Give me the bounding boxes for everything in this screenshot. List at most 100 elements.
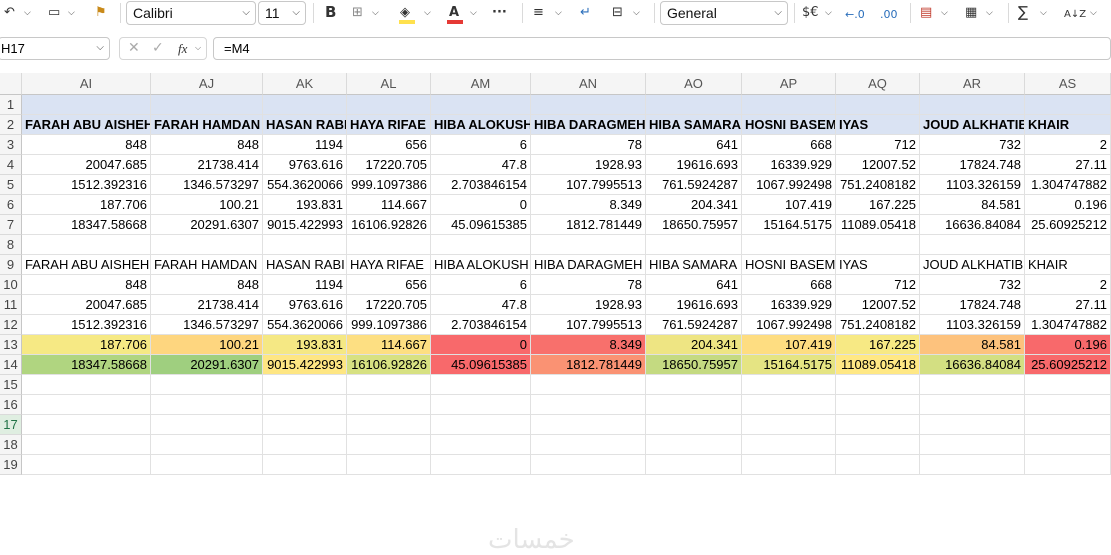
cell[interactable]	[1025, 415, 1111, 435]
cell[interactable]: 12007.52	[836, 295, 920, 315]
cell[interactable]: 107.7995513	[531, 175, 646, 195]
cell[interactable]: 1103.326159	[920, 315, 1025, 335]
cell[interactable]: 1067.992498	[742, 315, 836, 335]
cell[interactable]: 25.60925212	[1025, 215, 1111, 235]
bold-button[interactable]: B	[325, 4, 336, 20]
cell[interactable]	[531, 395, 646, 415]
cell[interactable]: 2	[1025, 135, 1111, 155]
color-scale-cell[interactable]: 18347.58668	[22, 355, 151, 375]
row-header[interactable]: 7	[0, 215, 22, 235]
row-header[interactable]: 15	[0, 375, 22, 395]
cell[interactable]	[22, 375, 151, 395]
cell[interactable]	[151, 395, 263, 415]
color-scale-cell[interactable]: 107.419	[742, 335, 836, 355]
conditional-format-icon[interactable]: ▤	[920, 5, 932, 21]
sum-button[interactable]: ∑	[1018, 4, 1028, 20]
cell[interactable]: 1512.392316	[22, 175, 151, 195]
header-cell[interactable]: HIBA DARAGMEH	[531, 115, 646, 135]
cell[interactable]	[920, 95, 1025, 115]
cell[interactable]: 554.3620066	[263, 315, 347, 335]
row-header[interactable]: 10	[0, 275, 22, 295]
decrease-decimal-button[interactable]: ←.0	[845, 7, 865, 23]
select-all-corner[interactable]	[0, 73, 22, 95]
cell[interactable]	[836, 415, 920, 435]
cell[interactable]: 1346.573297	[151, 175, 263, 195]
header-cell[interactable]: HASAN RABI	[263, 115, 347, 135]
conditional-format-dropdown-icon[interactable]: ⌵	[941, 8, 948, 18]
cell[interactable]: 554.3620066	[263, 175, 347, 195]
cell[interactable]: 848	[22, 135, 151, 155]
formula-input[interactable]: =M4	[213, 37, 1111, 60]
cell[interactable]: 9763.616	[263, 155, 347, 175]
cell[interactable]: 732	[920, 275, 1025, 295]
cell[interactable]	[347, 375, 431, 395]
cell[interactable]: 732	[920, 135, 1025, 155]
cell[interactable]	[263, 395, 347, 415]
number-format-select[interactable]: General ⌵	[660, 1, 788, 25]
cell[interactable]	[22, 435, 151, 455]
cell[interactable]: 187.706	[22, 195, 151, 215]
cell[interactable]: 78	[531, 135, 646, 155]
row-header[interactable]: 9	[0, 255, 22, 275]
header-cell[interactable]: FARAH ABU AISHEH	[22, 255, 151, 275]
cell[interactable]	[531, 375, 646, 395]
cell[interactable]	[263, 375, 347, 395]
currency-dropdown-icon[interactable]: ⌵	[825, 8, 832, 18]
cell[interactable]	[431, 435, 531, 455]
cell[interactable]: 999.1097386	[347, 315, 431, 335]
header-cell[interactable]: KHAIR	[1025, 255, 1111, 275]
cell[interactable]	[151, 235, 263, 255]
row-header[interactable]: 11	[0, 295, 22, 315]
column-header[interactable]: AM	[431, 73, 531, 95]
cell[interactable]	[22, 415, 151, 435]
header-cell[interactable]: HIBA DARAGMEH	[531, 255, 646, 275]
cell[interactable]	[1025, 235, 1111, 255]
cell[interactable]: 20291.6307	[151, 215, 263, 235]
column-header[interactable]: AN	[531, 73, 646, 95]
name-box[interactable]: H17 ⌵	[0, 37, 110, 60]
color-scale-cell[interactable]: 8.349	[531, 335, 646, 355]
row-header[interactable]: 4	[0, 155, 22, 175]
cell[interactable]: 1194	[263, 275, 347, 295]
cell[interactable]: 19616.693	[646, 155, 742, 175]
cell[interactable]	[1025, 95, 1111, 115]
cell[interactable]: 1.304747882	[1025, 175, 1111, 195]
cell[interactable]: 47.8	[431, 295, 531, 315]
cell[interactable]	[920, 395, 1025, 415]
cell[interactable]: 751.2408182	[836, 175, 920, 195]
cell[interactable]: 6	[431, 275, 531, 295]
cell[interactable]: 0	[431, 195, 531, 215]
row-header[interactable]: 16	[0, 395, 22, 415]
row-header[interactable]: 1	[0, 95, 22, 115]
header-cell[interactable]: JOUD ALKHATIB	[920, 255, 1025, 275]
cell[interactable]: 1067.992498	[742, 175, 836, 195]
cell[interactable]	[151, 375, 263, 395]
confirm-icon[interactable]: ✓	[152, 40, 164, 56]
cell[interactable]	[742, 375, 836, 395]
row-header[interactable]: 18	[0, 435, 22, 455]
cell[interactable]: 712	[836, 135, 920, 155]
cell[interactable]: 114.667	[347, 195, 431, 215]
header-cell[interactable]: HIBA SAMARA	[646, 115, 742, 135]
cell[interactable]	[646, 395, 742, 415]
color-scale-cell[interactable]: 0.196	[1025, 335, 1111, 355]
column-header[interactable]: AJ	[151, 73, 263, 95]
cell[interactable]	[347, 455, 431, 475]
cell[interactable]: 16636.84084	[920, 215, 1025, 235]
cell[interactable]: 78	[531, 275, 646, 295]
color-scale-cell[interactable]: 15164.5175	[742, 355, 836, 375]
wrap-text-icon[interactable]: ↵	[580, 5, 591, 21]
column-header[interactable]: AK	[263, 73, 347, 95]
cell[interactable]	[431, 395, 531, 415]
cell[interactable]	[836, 375, 920, 395]
cell[interactable]: 16106.92826	[347, 215, 431, 235]
color-scale-cell[interactable]: 193.831	[263, 335, 347, 355]
color-scale-cell[interactable]: 11089.05418	[836, 355, 920, 375]
color-scale-cell[interactable]: 114.667	[347, 335, 431, 355]
cell[interactable]: 761.5924287	[646, 175, 742, 195]
format-table-dropdown-icon[interactable]: ⌵	[986, 8, 993, 18]
header-cell[interactable]: HASAN RABI	[263, 255, 347, 275]
column-header[interactable]: AI	[22, 73, 151, 95]
row-header[interactable]: 12	[0, 315, 22, 335]
cell[interactable]	[920, 415, 1025, 435]
